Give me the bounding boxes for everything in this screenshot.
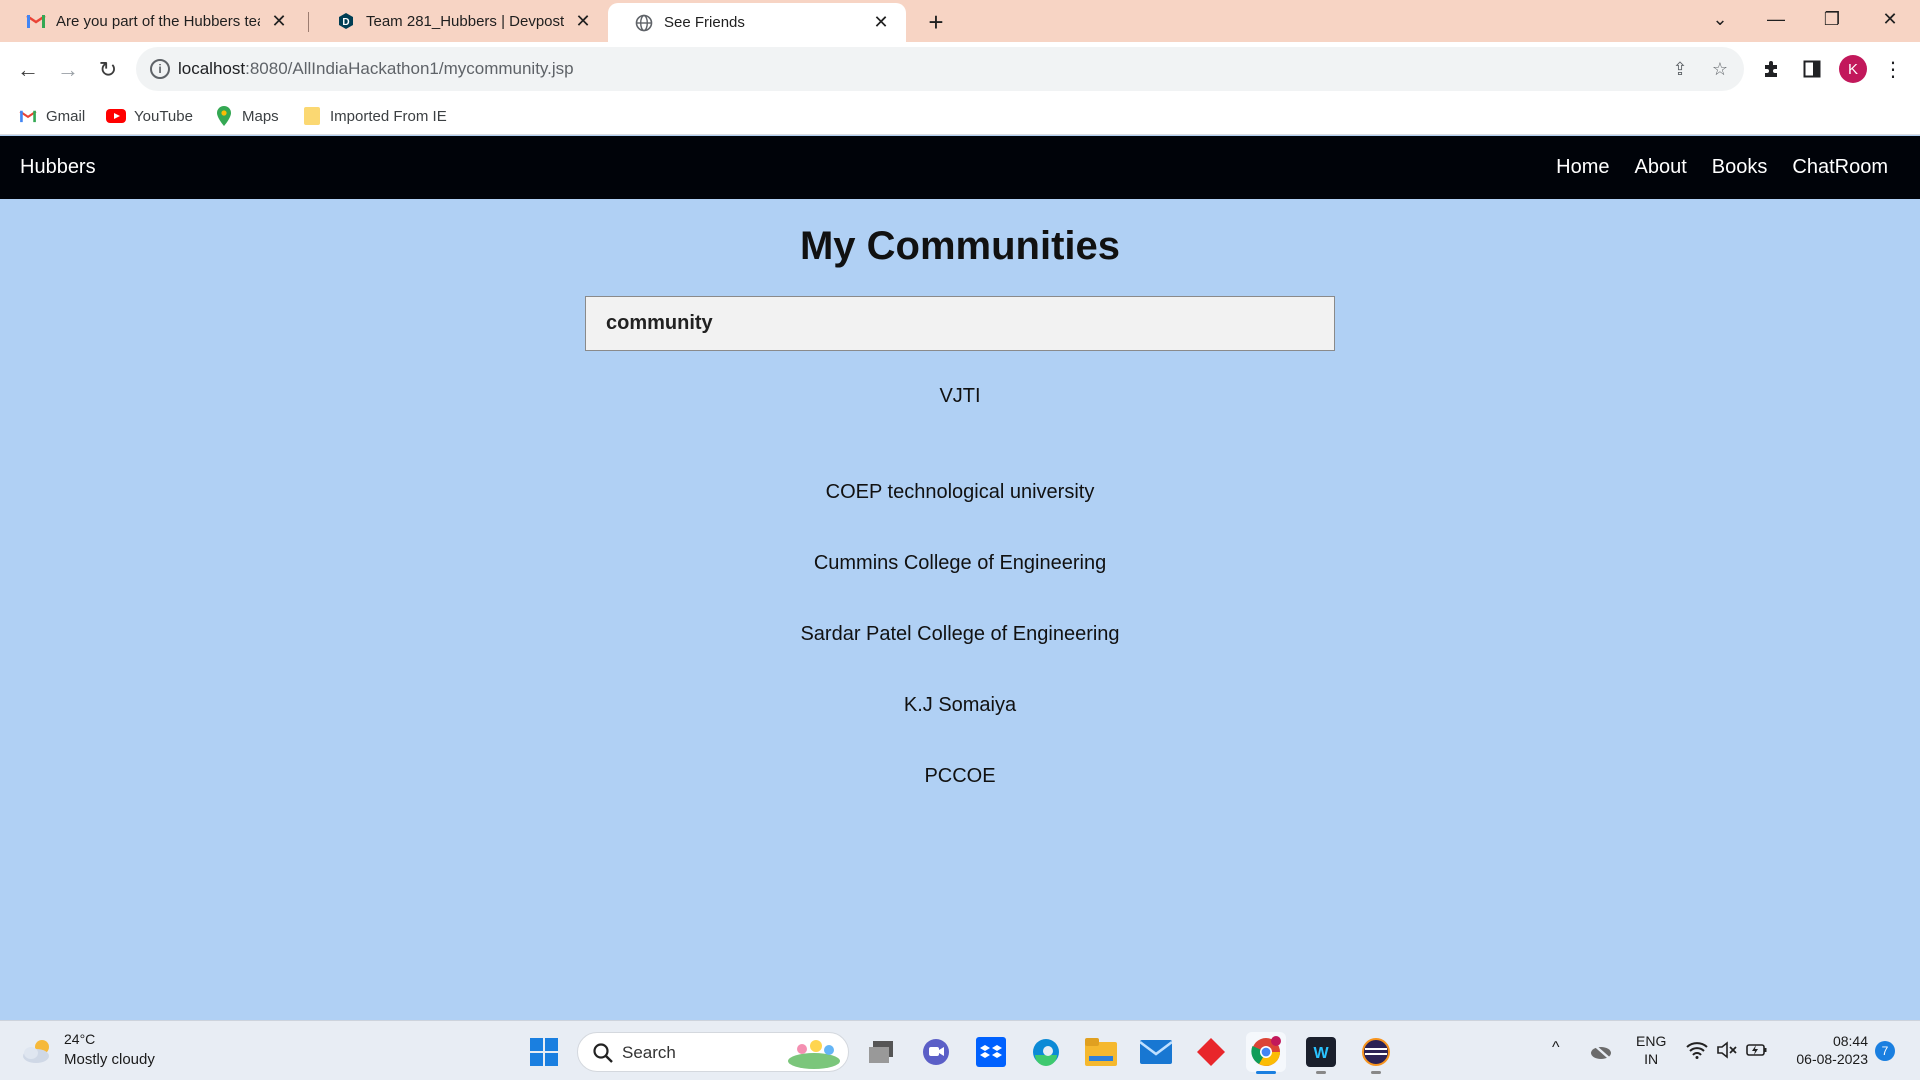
tab-gmail[interactable]: Are you part of the Hubbers team ✕ xyxy=(0,0,304,42)
nav-links: Home About Books ChatRoom xyxy=(1556,156,1888,179)
browser-tabstrip: Are you part of the Hubbers team ✕ D Tea… xyxy=(0,0,1920,42)
bookmark-label: Maps xyxy=(242,107,279,125)
windows-taskbar: 24°C Mostly cloudy Search W ^ ENG IN 08:… xyxy=(0,1020,1920,1080)
site-info-icon[interactable]: i xyxy=(150,59,170,79)
webstorm-icon[interactable]: W xyxy=(1301,1032,1341,1072)
close-icon[interactable]: ✕ xyxy=(268,10,290,32)
url-text[interactable]: localhost:8080/AllIndiaHackathon1/mycomm… xyxy=(178,59,574,79)
weather-temperature: 24°C xyxy=(64,1031,96,1047)
search-icon xyxy=(593,1043,613,1063)
clock-date: 06-08-2023 xyxy=(1796,1051,1868,1067)
taskbar-search-label: Search xyxy=(622,1043,676,1062)
search-highlight-illustration-icon xyxy=(788,1040,840,1069)
battery-charging-icon[interactable] xyxy=(1746,1042,1768,1058)
url-path: :8080/AllIndiaHackathon1/mycommunity.jsp xyxy=(245,59,574,78)
community-item[interactable]: Sardar Patel College of Engineering xyxy=(0,623,1920,646)
community-item[interactable]: VJTI xyxy=(0,385,1920,408)
minimize-icon[interactable]: — xyxy=(1748,0,1804,38)
taskbar-search-box[interactable]: Search xyxy=(577,1032,849,1072)
tab-search-chevron-icon[interactable]: ⌄ xyxy=(1692,0,1748,38)
close-window-icon[interactable]: ✕ xyxy=(1862,0,1918,38)
close-icon[interactable]: ✕ xyxy=(870,12,892,34)
nav-books[interactable]: Books xyxy=(1712,156,1768,179)
bookmarks-bar: Gmail YouTube Maps Imported From IE xyxy=(0,97,1920,135)
bookmark-maps[interactable]: Maps xyxy=(214,103,279,129)
reload-icon[interactable]: ↻ xyxy=(92,54,124,86)
lang-bottom: IN xyxy=(1644,1051,1659,1067)
extensions-icon[interactable] xyxy=(1757,54,1787,84)
chrome-icon[interactable] xyxy=(1246,1032,1286,1072)
nav-about[interactable]: About xyxy=(1635,156,1687,179)
back-icon[interactable]: ← xyxy=(12,54,44,86)
svg-text:W: W xyxy=(1313,1045,1329,1062)
wifi-icon[interactable] xyxy=(1686,1041,1708,1059)
gmail-icon xyxy=(26,11,46,31)
tab-divider xyxy=(308,12,309,32)
page-title: My Communities xyxy=(799,224,1121,268)
profile-avatar[interactable]: K xyxy=(1839,55,1867,83)
tab-title: Are you part of the Hubbers team xyxy=(56,12,260,30)
close-icon[interactable]: ✕ xyxy=(572,10,594,32)
bookmark-folder-imported[interactable]: Imported From IE xyxy=(302,103,447,129)
bookmark-label: YouTube xyxy=(134,107,193,125)
site-navbar: Hubbers Home About Books ChatRoom xyxy=(0,136,1920,199)
address-bar[interactable]: i localhost:8080/AllIndiaHackathon1/myco… xyxy=(136,47,1744,91)
tab-title: Team 281_Hubbers | Devpost xyxy=(366,12,564,30)
site-brand[interactable]: Hubbers xyxy=(20,156,96,179)
clock[interactable]: 08:44 06-08-2023 xyxy=(1784,1032,1868,1068)
cloudy-weather-icon[interactable] xyxy=(20,1037,56,1065)
side-panel-icon[interactable] xyxy=(1797,54,1827,84)
bookmark-label: Imported From IE xyxy=(330,107,447,125)
language-indicator[interactable]: ENG IN xyxy=(1636,1032,1666,1068)
teams-chat-icon[interactable] xyxy=(916,1032,956,1072)
browser-toolbar: ← → ↻ i localhost:8080/AllIndiaHackathon… xyxy=(0,42,1920,97)
windows-start-icon[interactable] xyxy=(524,1032,564,1072)
share-icon[interactable]: ⇪ xyxy=(1668,57,1692,81)
community-item[interactable]: Cummins College of Engineering xyxy=(0,552,1920,575)
webstorm-running-indicator xyxy=(1316,1071,1326,1074)
community-item[interactable]: PCCOE xyxy=(0,765,1920,788)
red-diamond-app-icon[interactable] xyxy=(1191,1032,1231,1072)
globe-icon xyxy=(634,13,654,33)
community-item[interactable]: COEP technological university xyxy=(0,481,1920,504)
lang-top: ENG xyxy=(1636,1033,1667,1049)
chevron-up-icon[interactable]: ^ xyxy=(1552,1039,1560,1057)
dropbox-icon[interactable] xyxy=(971,1032,1011,1072)
community-search-input[interactable] xyxy=(585,296,1335,351)
maps-pin-icon xyxy=(214,106,234,126)
tab-devpost[interactable]: D Team 281_Hubbers | Devpost ✕ xyxy=(310,0,608,42)
eclipse-icon[interactable] xyxy=(1356,1032,1396,1072)
bookmark-gmail[interactable]: Gmail xyxy=(18,103,85,129)
chrome-active-indicator xyxy=(1256,1071,1276,1074)
tab-title: See Friends xyxy=(664,14,745,31)
youtube-icon xyxy=(106,107,126,125)
svg-text:D: D xyxy=(342,17,349,28)
nav-home[interactable]: Home xyxy=(1556,156,1609,179)
folder-icon xyxy=(302,107,322,125)
mail-icon[interactable] xyxy=(1136,1032,1176,1072)
devpost-icon: D xyxy=(336,11,356,31)
bookmark-youtube[interactable]: YouTube xyxy=(106,103,193,129)
eclipse-running-indicator xyxy=(1371,1071,1381,1074)
forward-icon[interactable]: → xyxy=(52,54,84,86)
task-view-icon[interactable] xyxy=(861,1032,901,1072)
bookmark-label: Gmail xyxy=(46,107,86,125)
notification-badge[interactable]: 7 xyxy=(1875,1041,1895,1061)
url-host: localhost xyxy=(178,59,246,78)
clock-time: 08:44 xyxy=(1832,1033,1868,1049)
menu-kebab-icon[interactable]: ⋮ xyxy=(1878,54,1908,84)
volume-muted-icon[interactable] xyxy=(1716,1041,1738,1059)
restore-icon[interactable]: ❐ xyxy=(1804,0,1860,38)
bookmark-star-icon[interactable]: ☆ xyxy=(1708,57,1732,81)
edge-browser-icon[interactable] xyxy=(1026,1032,1066,1072)
onedrive-offline-icon[interactable] xyxy=(1589,1041,1613,1061)
new-tab-button[interactable]: + xyxy=(920,6,952,38)
community-item[interactable]: K.J Somaiya xyxy=(0,694,1920,717)
nav-chatroom[interactable]: ChatRoom xyxy=(1792,156,1888,179)
gmail-icon xyxy=(18,107,38,125)
weather-description: Mostly cloudy xyxy=(64,1051,155,1068)
tab-see-friends[interactable]: See Friends ✕ xyxy=(608,3,906,42)
file-explorer-icon[interactable] xyxy=(1081,1032,1121,1072)
